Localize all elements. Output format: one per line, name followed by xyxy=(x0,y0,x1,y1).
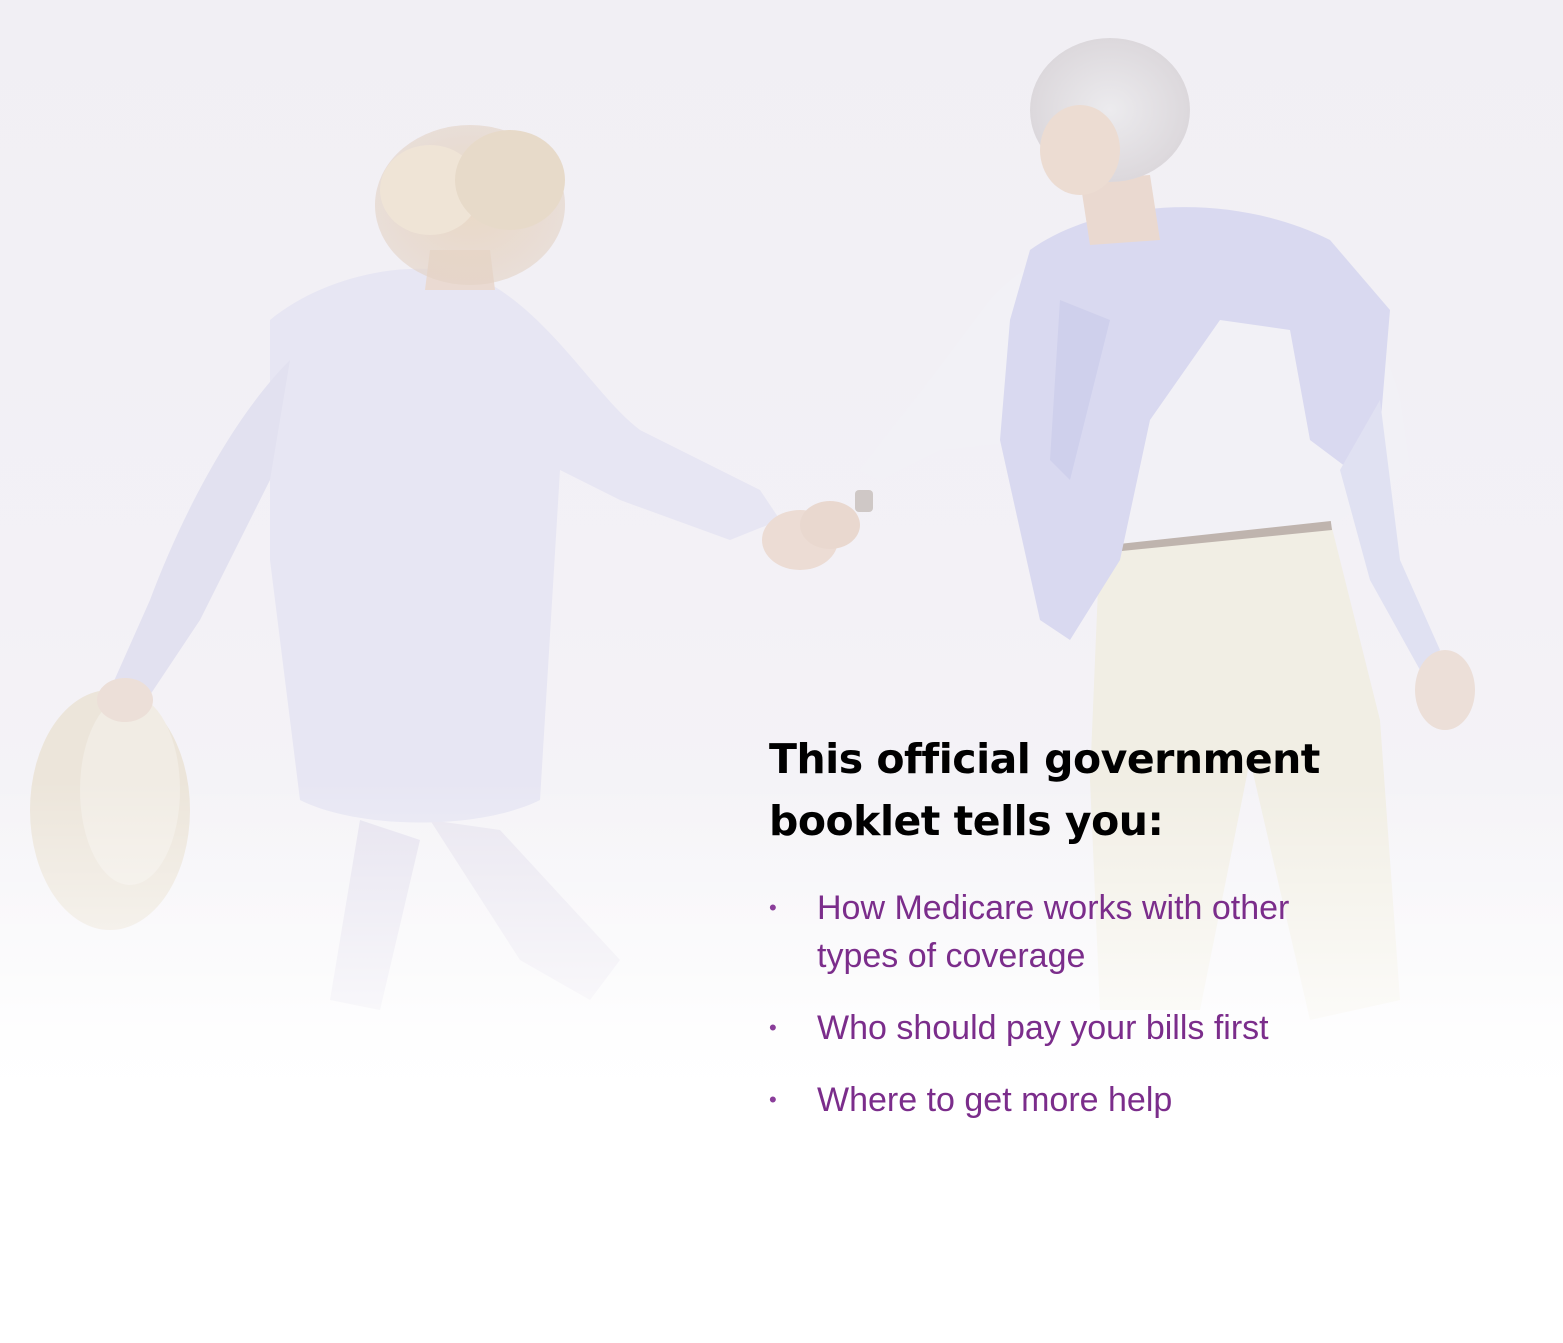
topics-list: • How Medicare works with other types of… xyxy=(769,884,1489,1148)
booklet-heading: This official government booklet tells y… xyxy=(769,728,1489,852)
list-item-text: How Medicare works with other xyxy=(817,889,1290,927)
booklet-cover-page: This official government booklet tells y… xyxy=(0,0,1563,1343)
list-item-text: types of coverage xyxy=(817,937,1086,975)
list-item: • Who should pay your bills first xyxy=(769,1004,1489,1052)
bullet-icon: • xyxy=(769,895,777,920)
bullet-icon: • xyxy=(769,1015,777,1040)
list-item: • Where to get more help xyxy=(769,1076,1489,1124)
list-item-text: Who should pay your bills first xyxy=(817,1009,1269,1047)
list-item-text: Where to get more help xyxy=(817,1081,1173,1119)
bullet-icon: • xyxy=(769,1087,777,1112)
heading-line: booklet tells you: xyxy=(769,797,1164,845)
list-item: • How Medicare works with other types of… xyxy=(769,884,1489,980)
heading-line: This official government xyxy=(769,735,1320,783)
